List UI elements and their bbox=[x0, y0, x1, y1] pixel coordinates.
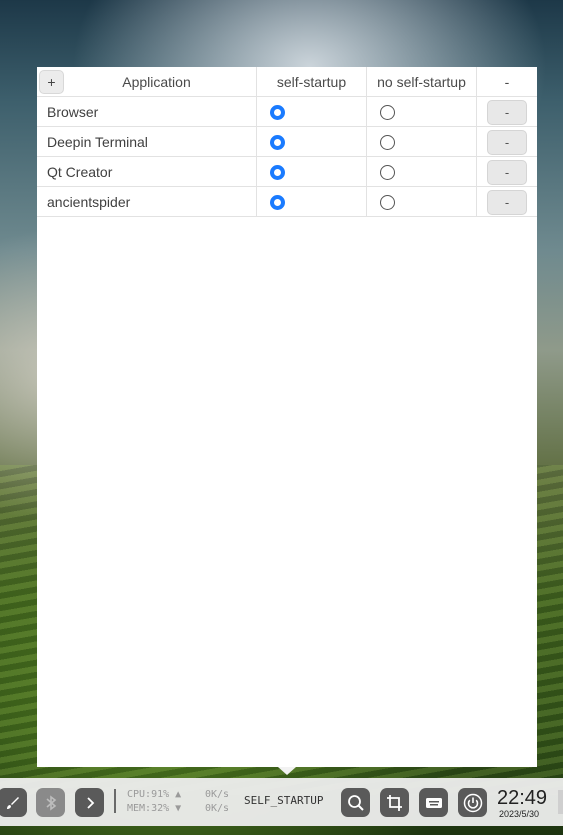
self-startup-radio[interactable] bbox=[270, 164, 285, 180]
taskbar: CPU:91% ▲ MEM:32% ▼ 0K/s 0K/s SELF_START… bbox=[0, 778, 563, 826]
net-download: 0K/s bbox=[205, 803, 230, 814]
clock-date: 2023/5/30 bbox=[499, 809, 540, 819]
self-startup-cell bbox=[257, 187, 367, 217]
delete-cell: - bbox=[477, 127, 537, 157]
taskbar-edge bbox=[558, 790, 563, 814]
taskbar-separator bbox=[114, 789, 116, 813]
no-self-startup-radio[interactable] bbox=[380, 194, 395, 210]
row-app-name: Browser bbox=[37, 97, 257, 127]
table-header: Application + self-startup no self-start… bbox=[37, 67, 537, 97]
add-application-button[interactable]: + bbox=[39, 70, 64, 94]
search-icon[interactable] bbox=[341, 788, 370, 817]
network-speed: 0K/s 0K/s bbox=[205, 788, 229, 816]
popup-pointer bbox=[278, 767, 296, 775]
active-app-label[interactable]: SELF_STARTUP bbox=[244, 794, 323, 807]
mem-usage: MEM:32% ▼ bbox=[127, 803, 182, 814]
clock-time[interactable]: 22:49 bbox=[497, 787, 547, 809]
row-app-name: ancientspider bbox=[37, 187, 257, 217]
table-row: Deepin Terminal - bbox=[37, 127, 537, 157]
row-app-name: Qt Creator bbox=[37, 157, 257, 187]
cpu-usage: CPU:91% ▲ bbox=[127, 789, 182, 800]
header-action: - bbox=[504, 74, 510, 90]
header-no-self-startup: no self-startup bbox=[367, 67, 477, 97]
row-app-name: Deepin Terminal bbox=[37, 127, 257, 157]
header-self-startup: self-startup bbox=[257, 67, 367, 97]
self-startup-radio[interactable] bbox=[270, 104, 285, 120]
no-self-startup-cell bbox=[367, 157, 477, 187]
no-self-startup-radio[interactable] bbox=[380, 134, 395, 150]
delete-cell: - bbox=[477, 187, 537, 217]
keyboard-icon[interactable] bbox=[419, 788, 448, 817]
no-self-startup-cell bbox=[367, 187, 477, 217]
bluetooth-icon[interactable] bbox=[36, 788, 65, 817]
brush-icon[interactable] bbox=[0, 788, 27, 817]
self-startup-cell bbox=[257, 127, 367, 157]
net-upload: 0K/s bbox=[205, 789, 230, 800]
table-row: Qt Creator - bbox=[37, 157, 537, 187]
self-startup-cell bbox=[257, 157, 367, 187]
self-startup-panel: Application + self-startup no self-start… bbox=[37, 67, 537, 767]
no-self-startup-cell bbox=[367, 127, 477, 157]
table-row: ancientspider - bbox=[37, 187, 537, 217]
self-startup-cell bbox=[257, 97, 367, 127]
no-self-startup-cell bbox=[367, 97, 477, 127]
system-stats: CPU:91% ▲ MEM:32% ▼ bbox=[127, 788, 181, 816]
delete-button[interactable]: - bbox=[487, 99, 527, 125]
chevron-right-icon[interactable] bbox=[75, 788, 104, 817]
header-application-cell: Application bbox=[37, 67, 257, 97]
delete-button[interactable]: - bbox=[487, 189, 527, 215]
no-self-startup-radio[interactable] bbox=[380, 164, 395, 180]
power-icon[interactable] bbox=[458, 788, 487, 817]
delete-button[interactable]: - bbox=[487, 159, 527, 185]
self-startup-radio[interactable] bbox=[270, 194, 285, 210]
header-application-label: Application bbox=[122, 74, 191, 90]
no-self-startup-radio[interactable] bbox=[380, 104, 395, 120]
table-row: Browser - bbox=[37, 97, 537, 127]
delete-cell: - bbox=[477, 157, 537, 187]
self-startup-radio[interactable] bbox=[270, 134, 285, 150]
delete-cell: - bbox=[477, 97, 537, 127]
delete-button[interactable]: - bbox=[487, 129, 527, 155]
screenshot-icon[interactable] bbox=[380, 788, 409, 817]
